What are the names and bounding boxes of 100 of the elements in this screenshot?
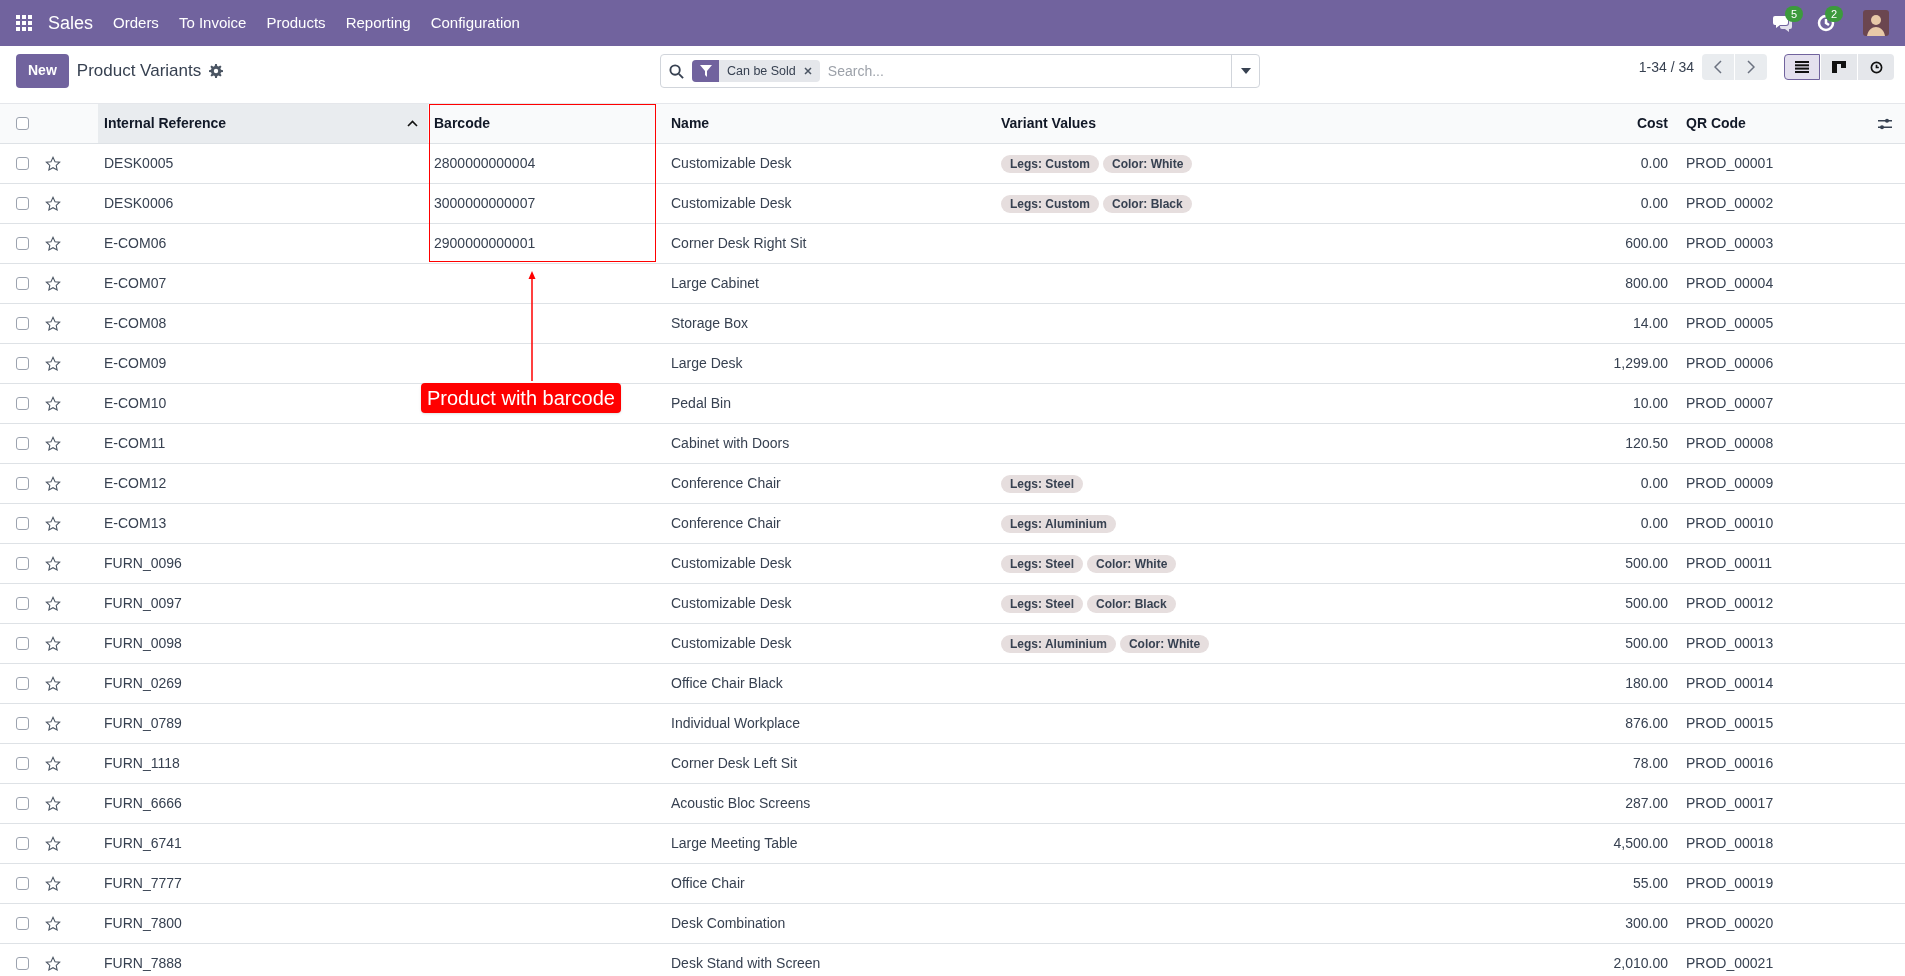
checkbox[interactable] [16,557,29,570]
table-cell-text: Corner Desk Right Sit [670,234,808,253]
star-icon[interactable] [45,835,61,852]
checkbox[interactable] [16,757,29,770]
star-icon[interactable] [45,595,61,612]
column-header[interactable]: Name [665,104,995,143]
checkbox[interactable] [16,877,29,890]
menu-item[interactable]: Orders [113,11,159,35]
table-cell-text: 0.00 [1639,514,1669,533]
menu-item[interactable]: To Invoice [178,11,247,35]
table-cell-text: Desk Combination [670,914,787,933]
table-cell-text: Customizable Desk [670,194,793,213]
table-cell-text: PROD_00001 [1685,154,1775,173]
star-icon[interactable] [45,955,61,972]
checkbox[interactable] [16,197,29,210]
table-cell-text: Conference Chair [670,474,782,493]
column-header[interactable]: Cost [1530,104,1680,143]
kanban-view-button[interactable] [1821,54,1857,80]
table-cell-text: 0.00 [1639,154,1669,173]
checkbox[interactable] [16,597,29,610]
checkbox[interactable] [16,397,29,410]
checkbox[interactable] [16,117,29,130]
activity-count-badge: 2 [1825,6,1844,22]
pager-value: 1-34 / 34 [1638,57,1694,77]
search-field[interactable]: Can be Sold Search... [660,54,1260,88]
star-icon[interactable] [45,475,61,492]
table-cell-text: FURN_7888 [103,954,183,973]
star-icon[interactable] [45,275,61,292]
table-cell-text: Individual Workplace [670,714,801,733]
list-view-button[interactable] [1784,54,1820,80]
star-icon[interactable] [45,555,61,572]
table-cell-text: E-COM13 [103,514,168,533]
star-icon[interactable] [45,195,61,212]
star-icon[interactable] [45,355,61,372]
table-cell-text: PROD_00007 [1685,394,1775,413]
checkbox[interactable] [16,837,29,850]
checkbox[interactable] [16,717,29,730]
table-cell-text: PROD_00014 [1685,674,1775,693]
checkbox[interactable] [16,917,29,930]
star-icon[interactable] [45,755,61,772]
checkbox[interactable] [16,637,29,650]
star-icon[interactable] [45,675,61,692]
column-header[interactable]: Variant Values [995,104,1530,143]
app-name-link[interactable]: Sales [48,9,94,37]
table-cell-text: Large Desk [670,354,744,373]
checkbox[interactable] [16,517,29,530]
variant-tag: Color: Black [1087,594,1176,613]
checkbox[interactable] [16,277,29,290]
table-cell-text: E-COM11 [103,434,167,453]
checkbox[interactable] [16,437,29,450]
user-avatar[interactable] [1863,10,1889,36]
checkbox[interactable] [16,797,29,810]
star-icon[interactable] [45,155,61,172]
star-icon[interactable] [45,795,61,812]
checkbox[interactable] [16,237,29,250]
apps-menu-icon[interactable] [16,15,32,31]
sorted-column-header[interactable]: Internal Reference [98,104,428,143]
filter-facet[interactable]: Can be Sold [692,60,820,82]
table-cell-text: 3000000000007 [433,194,537,213]
star-icon[interactable] [45,875,61,892]
menu-item[interactable]: Reporting [345,11,411,35]
checkbox[interactable] [16,157,29,170]
star-icon[interactable] [45,915,61,932]
table-cell-text: Cabinet with Doors [670,434,791,453]
table-cell-text: 2900000000001 [433,234,537,253]
table-cell-text: Office Chair Black [670,674,784,693]
checkbox[interactable] [16,477,29,490]
table-cell-text: 55.00 [1631,874,1669,893]
table-cell-text: FURN_0269 [103,674,183,693]
variant-tag: Legs: Steel [1001,594,1084,613]
table-cell-text: 500.00 [1624,634,1669,653]
table-cell-text: Acoustic Bloc Screens [670,794,812,813]
star-icon[interactable] [45,635,61,652]
gear-icon[interactable] [209,63,224,78]
menu-item[interactable]: Products [266,11,326,35]
table-cell-text: 500.00 [1624,554,1669,573]
star-icon[interactable] [45,435,61,452]
message-count-badge: 5 [1785,6,1804,22]
variant-tag: Legs: Aluminium [1001,634,1116,653]
new-button[interactable]: New [16,53,69,88]
table-cell-text: 600.00 [1624,234,1669,253]
star-icon[interactable] [45,235,61,252]
star-icon[interactable] [45,515,61,532]
star-icon[interactable] [45,315,61,332]
table-cell-text: E-COM09 [103,354,168,373]
activity-view-button[interactable] [1858,54,1894,80]
checkbox[interactable] [16,357,29,370]
checkbox[interactable] [16,317,29,330]
star-icon[interactable] [45,395,61,412]
table-cell-text: Corner Desk Left Sit [670,754,799,773]
chat-icon[interactable] [1773,14,1793,32]
sort-ascending-icon [407,120,418,127]
star-icon[interactable] [45,715,61,732]
column-header[interactable]: QR Code [1680,104,1865,143]
table-cell-text: E-COM10 [103,394,168,413]
column-header[interactable]: Barcode [428,104,665,143]
table-cell-text: Large Meeting Table [670,834,799,853]
checkbox[interactable] [16,677,29,690]
menu-item[interactable]: Configuration [430,11,520,35]
checkbox[interactable] [16,957,29,970]
